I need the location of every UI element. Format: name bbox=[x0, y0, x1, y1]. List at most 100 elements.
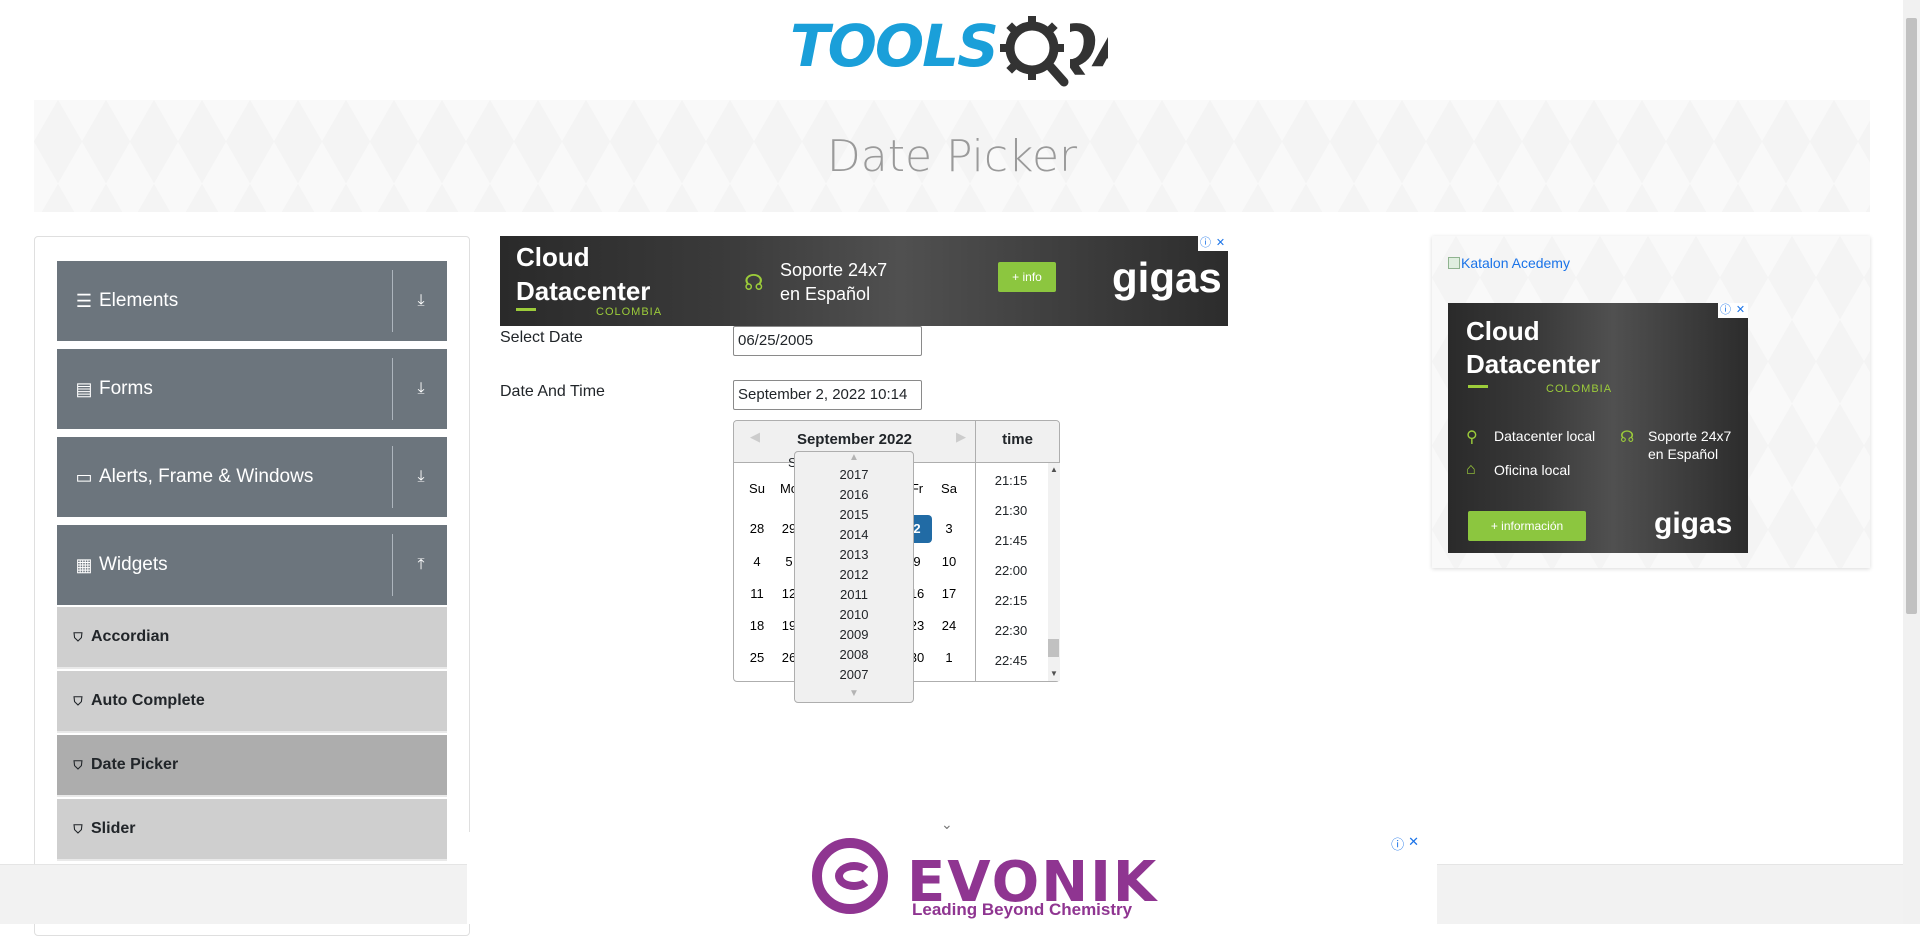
close-icon[interactable]: ✕ bbox=[1733, 303, 1748, 318]
calendar-day[interactable]: 28 bbox=[742, 515, 772, 543]
ad-banner-bottom[interactable]: EVONIK Leading Beyond Chemistry ⓘ ✕ bbox=[467, 832, 1437, 924]
home-icon: ⌂ bbox=[1466, 461, 1476, 478]
calendar-day[interactable]: 10 bbox=[934, 548, 964, 576]
calendar-day[interactable]: 4 bbox=[742, 548, 772, 576]
time-header: time bbox=[976, 421, 1059, 463]
year-option[interactable]: 2012 bbox=[795, 567, 913, 582]
evonik-logo-inner-icon bbox=[835, 862, 873, 890]
ad-banner-top[interactable]: Cloud Datacenter COLOMBIA ☊ Soporte 24x7… bbox=[500, 236, 1228, 326]
date-time-label: Date And Time bbox=[500, 383, 605, 400]
calendar-day[interactable]: 1 bbox=[934, 644, 964, 672]
page-title: Date Picker bbox=[826, 130, 1078, 182]
html5-icon: ⛉ bbox=[73, 694, 83, 708]
ad-more-info-button[interactable]: + información bbox=[1468, 511, 1586, 541]
sidebar-group-label: Forms bbox=[99, 378, 153, 399]
year-option[interactable]: 2017 bbox=[795, 467, 913, 482]
sidebar-item-date-picker[interactable]: ⛉ Date Picker bbox=[57, 735, 447, 797]
sidebar: ☰ Elements ⤓ ▤ Forms ⤓ ▭ Alerts, Frame &… bbox=[34, 236, 470, 936]
broken-image-alt: Katalon Acedemy bbox=[1461, 255, 1570, 271]
ad-brand: gigas bbox=[1654, 507, 1733, 540]
ad-tagline: Leading Beyond Chemistry bbox=[912, 900, 1133, 919]
ad-country: COLOMBIA bbox=[1546, 383, 1613, 395]
time-option[interactable]: 21:45 bbox=[976, 533, 1046, 548]
hamburger-icon: ☰ bbox=[75, 290, 93, 311]
toolsqa-logo[interactable]: TOOLS QA bbox=[790, 10, 1115, 90]
divider bbox=[392, 446, 393, 508]
calendar-day[interactable]: 11 bbox=[742, 580, 772, 608]
ad-choices[interactable]: ⓘ ✕ bbox=[1718, 303, 1748, 318]
katalon-broken-image-link[interactable]: Katalon Acedemy bbox=[1448, 255, 1570, 271]
ad-accent-bar bbox=[1468, 385, 1488, 388]
select-date-input[interactable]: 06/25/2005 bbox=[733, 326, 922, 356]
divider bbox=[392, 534, 393, 596]
page-scrollbar-thumb[interactable] bbox=[1906, 18, 1917, 614]
year-option[interactable]: 2007 bbox=[795, 667, 913, 682]
year-option[interactable]: 2009 bbox=[795, 627, 913, 642]
calendar-day[interactable]: 3 bbox=[934, 515, 964, 543]
sidebar-group-alerts[interactable]: ▭ Alerts, Frame & Windows ⤓ bbox=[57, 437, 447, 517]
headset-icon: ☊ bbox=[744, 270, 764, 295]
date-time-input[interactable]: September 2, 2022 10:14 bbox=[733, 380, 922, 410]
year-option[interactable]: 2016 bbox=[795, 487, 913, 502]
calendar-day[interactable]: 17 bbox=[934, 580, 964, 608]
grid-icon: ▦ bbox=[75, 554, 93, 575]
sidebar-item-label: Accordian bbox=[91, 628, 170, 645]
time-option[interactable]: 22:00 bbox=[976, 563, 1046, 578]
chevron-down-icon[interactable]: ⌄ bbox=[941, 816, 953, 833]
ad-choices[interactable]: ⓘ ✕ bbox=[1391, 834, 1419, 853]
time-option[interactable]: 22:15 bbox=[976, 593, 1046, 608]
year-option[interactable]: 2011 bbox=[795, 587, 913, 602]
time-scrollbar-thumb[interactable] bbox=[1048, 639, 1059, 657]
download-arrow-icon: ⤓ bbox=[417, 292, 425, 309]
close-icon[interactable]: ✕ bbox=[1408, 834, 1419, 853]
broken-image-icon bbox=[1448, 257, 1460, 269]
ad-choices[interactable]: ⓘ ✕ bbox=[1198, 236, 1228, 251]
scroll-up-icon[interactable]: ▲ bbox=[1048, 465, 1060, 474]
window-icon: ▭ bbox=[75, 466, 93, 487]
year-scroll-down-icon[interactable]: ▼ bbox=[795, 688, 913, 699]
scroll-down-icon[interactable]: ▼ bbox=[1048, 669, 1060, 678]
calendar-day[interactable]: 18 bbox=[742, 612, 772, 640]
time-option[interactable]: 22:30 bbox=[976, 623, 1046, 638]
sidebar-item-slider[interactable]: ⛉ Slider bbox=[57, 799, 447, 861]
select-date-label: Select Date bbox=[500, 329, 583, 346]
year-option[interactable]: 2008 bbox=[795, 647, 913, 662]
day-name: Su bbox=[749, 481, 765, 496]
time-option[interactable]: 21:15 bbox=[976, 473, 1046, 488]
time-option[interactable]: 21:30 bbox=[976, 503, 1046, 518]
ad-info-button[interactable]: + info bbox=[998, 262, 1056, 292]
year-scroll-up-icon[interactable]: ▲ bbox=[795, 452, 913, 463]
calendar-day[interactable]: 25 bbox=[742, 644, 772, 672]
sidebar-group-widgets[interactable]: ▦ Widgets ⤒ bbox=[57, 525, 447, 605]
info-icon[interactable]: ⓘ bbox=[1391, 834, 1404, 853]
calendar-day[interactable]: 24 bbox=[934, 612, 964, 640]
ad-headline: Cloud Datacenter bbox=[1466, 316, 1601, 379]
info-icon[interactable]: ⓘ bbox=[1198, 236, 1213, 251]
sidebar-item-accordian[interactable]: ⛉ Accordian bbox=[57, 607, 447, 669]
divider bbox=[392, 270, 393, 332]
html5-icon: ⛉ bbox=[73, 630, 83, 644]
day-name: Sa bbox=[941, 481, 957, 496]
time-option[interactable]: 22:45 bbox=[976, 653, 1046, 668]
sidebar-item-auto-complete[interactable]: ⛉ Auto Complete bbox=[57, 671, 447, 733]
gear-magnifier-icon bbox=[1000, 16, 1069, 87]
time-column: time 21:15 21:30 21:45 22:00 22:15 22:30 22:45… bbox=[975, 421, 1060, 681]
upload-arrow-icon: ⤒ bbox=[417, 556, 425, 573]
sidebar-group-label: Widgets bbox=[99, 554, 168, 575]
ad-banner-right[interactable]: Cloud Datacenter COLOMBIA ⚲ Datacenter l… bbox=[1448, 303, 1748, 553]
ad-headline: Cloud Datacenter bbox=[516, 242, 651, 306]
year-option[interactable]: 2014 bbox=[795, 527, 913, 542]
document-icon: ▤ bbox=[75, 378, 93, 399]
year-option[interactable]: 2010 bbox=[795, 607, 913, 622]
sidebar-group-forms[interactable]: ▤ Forms ⤓ bbox=[57, 349, 447, 429]
year-option[interactable]: 2015 bbox=[795, 507, 913, 522]
ad-feature: Oficina local bbox=[1494, 462, 1571, 478]
info-icon[interactable]: ⓘ bbox=[1718, 303, 1733, 318]
sidebar-item-label: Date Picker bbox=[91, 756, 179, 773]
year-option[interactable]: 2013 bbox=[795, 547, 913, 562]
download-arrow-icon: ⤓ bbox=[417, 468, 425, 485]
headset-icon: ☊ bbox=[1620, 429, 1635, 446]
sidebar-group-elements[interactable]: ☰ Elements ⤓ bbox=[57, 261, 447, 341]
close-icon[interactable]: ✕ bbox=[1213, 236, 1228, 251]
sidebar-group-label: Elements bbox=[99, 290, 179, 311]
